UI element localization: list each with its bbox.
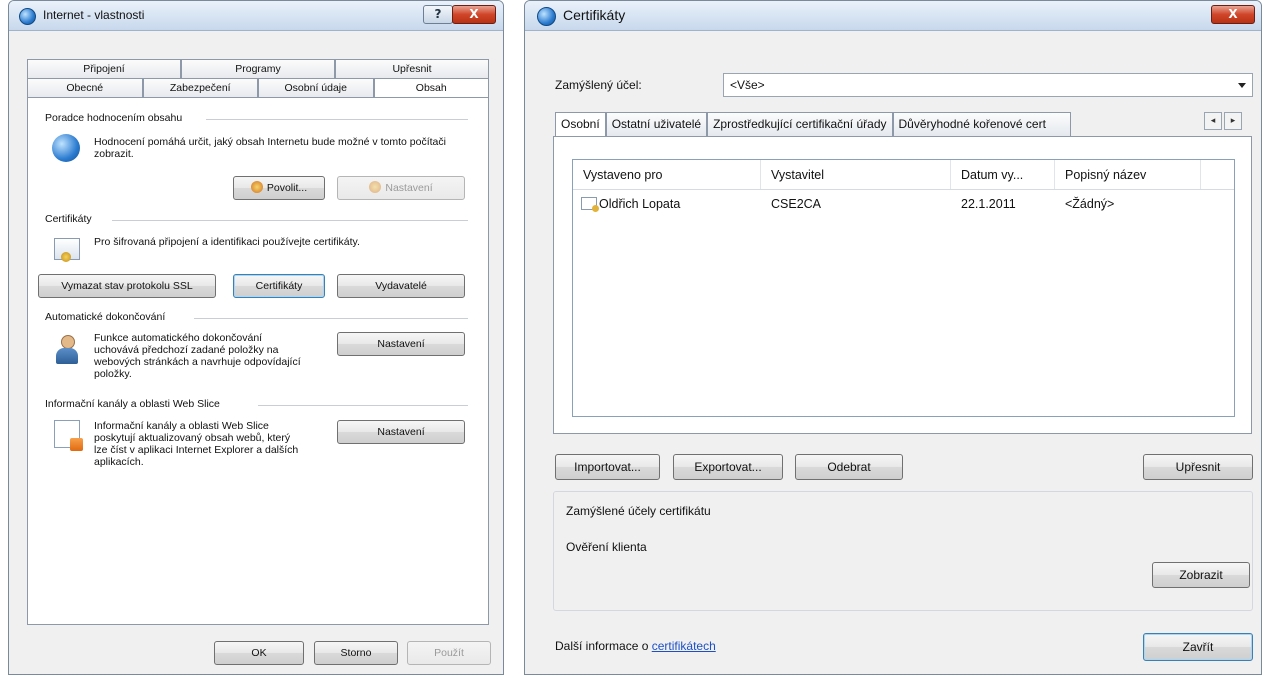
- cell-issuer: CSE2CA: [771, 197, 822, 211]
- title-bar[interactable]: Internet - vlastnosti ? X: [9, 1, 503, 31]
- feeds-settings-button[interactable]: Nastavení: [337, 420, 465, 444]
- help-button[interactable]: ?: [423, 5, 453, 24]
- clear-ssl-button[interactable]: Vymazat stav protokolu SSL: [38, 274, 216, 298]
- tab-programs[interactable]: Programy: [181, 59, 335, 78]
- tab-row-top: Připojení Programy Upřesnit: [27, 59, 489, 78]
- column-expiration[interactable]: Datum vy...: [951, 160, 1055, 189]
- more-info: Další informace o certifikátech: [555, 639, 716, 653]
- title-bar[interactable]: Certifikáty X: [525, 1, 1261, 31]
- cancel-button[interactable]: Storno: [314, 641, 398, 665]
- autocomplete-desc: Funkce automatického dokončování uchováv…: [94, 332, 301, 380]
- enable-button[interactable]: Povolit...: [233, 176, 325, 200]
- tab-scroll-arrows: ◂ ▸: [1204, 112, 1242, 130]
- shield-icon: [250, 181, 263, 193]
- list-header: Vystaveno pro Vystavitel Datum vy... Pop…: [573, 160, 1234, 190]
- certificates-desc: Pro šifrovaná připojení a identifikaci p…: [94, 236, 360, 248]
- divider: [112, 220, 468, 221]
- window-title: Certifikáty: [563, 7, 626, 23]
- table-row[interactable]: Oldřich Lopata CSE2CA 22.1.2011 <Žádný>: [573, 192, 1234, 216]
- internet-options-window: Internet - vlastnosti ? X Připojení Prog…: [8, 0, 504, 675]
- certificates-title: Certifikáty: [45, 213, 92, 225]
- internet-explorer-icon: [19, 8, 36, 25]
- purpose-label: Zamýšlený účel:: [555, 78, 642, 92]
- column-issued-to[interactable]: Vystaveno pro: [573, 160, 761, 189]
- content-advisor-icon: [52, 134, 80, 162]
- autocomplete-settings-button[interactable]: Nastavení: [337, 332, 465, 356]
- chevron-down-icon: [1238, 83, 1246, 88]
- export-button[interactable]: Exportovat...: [673, 454, 783, 480]
- apply-button[interactable]: Použít: [407, 641, 491, 665]
- close-dialog-button[interactable]: Zavřít: [1143, 633, 1253, 661]
- cell-friendly-name: <Žádný>: [1065, 197, 1115, 211]
- certificates-link[interactable]: certifikátech: [652, 639, 716, 653]
- content-advisor-title: Poradce hodnocením obsahu: [45, 112, 183, 124]
- purpose-select[interactable]: <Vše>: [723, 73, 1253, 97]
- import-button[interactable]: Importovat...: [555, 454, 660, 480]
- purposes-value: Ověření klienta: [566, 540, 647, 554]
- certificate-list[interactable]: Vystaveno pro Vystavitel Datum vy... Pop…: [572, 159, 1235, 417]
- certificate-window-icon: [537, 7, 556, 26]
- content-settings-button[interactable]: Nastavení: [337, 176, 465, 200]
- certificate-icon: [54, 238, 80, 262]
- divider: [206, 119, 468, 120]
- ok-button[interactable]: OK: [214, 641, 304, 665]
- publishers-button[interactable]: Vydavatelé: [337, 274, 465, 298]
- tab-general[interactable]: Obecné: [27, 78, 143, 97]
- certificates-button[interactable]: Certifikáty: [233, 274, 325, 298]
- certificate-tabs: Osobní Ostatní uživatelé Zprostředkující…: [555, 112, 1071, 137]
- feeds-title: Informační kanály a oblasti Web Slice: [45, 398, 220, 410]
- tab-other-people[interactable]: Ostatní uživatelé: [605, 112, 708, 136]
- tab-trusted-root[interactable]: Důvěryhodné kořenové cert: [892, 112, 1071, 136]
- feeds-desc: Informační kanály a oblasti Web Slice po…: [94, 420, 299, 468]
- tab-intermediate-ca[interactable]: Zprostředkující certifikační úřady: [707, 112, 893, 136]
- tab-advanced[interactable]: Upřesnit: [335, 59, 489, 78]
- close-button[interactable]: X: [1211, 5, 1255, 24]
- remove-button[interactable]: Odebrat: [795, 454, 903, 480]
- tab-personal[interactable]: Osobní: [555, 112, 606, 137]
- autocomplete-title: Automatické dokončování: [45, 311, 166, 323]
- tab-security[interactable]: Zabezpečení: [142, 78, 258, 97]
- shield-icon: [369, 181, 382, 193]
- column-friendly-name[interactable]: Popisný název: [1055, 160, 1201, 189]
- intended-purposes-group: Zamýšlené účely certifikátu Ověření klie…: [553, 491, 1253, 611]
- tab-privacy[interactable]: Osobní údaje: [258, 78, 374, 97]
- column-issuer[interactable]: Vystavitel: [761, 160, 951, 189]
- scroll-right-icon[interactable]: ▸: [1224, 112, 1242, 130]
- purposes-title: Zamýšlené účely certifikátu: [566, 504, 711, 518]
- divider: [194, 318, 468, 319]
- personal-tab-panel: Vystaveno pro Vystavitel Datum vy... Pop…: [553, 136, 1252, 434]
- certificates-window: Certifikáty X Zamýšlený účel: <Vše> Osob…: [524, 0, 1262, 675]
- tab-content[interactable]: Obsah: [373, 78, 489, 97]
- content-tab-panel: Poradce hodnocením obsahu Hodnocení pomá…: [27, 97, 489, 625]
- feed-icon: [54, 420, 83, 451]
- content-advisor-desc: Hodnocení pomáhá určit, jaký obsah Inter…: [94, 136, 446, 160]
- certificate-icon: [581, 197, 599, 212]
- cell-issued-to: Oldřich Lopata: [573, 192, 761, 216]
- user-icon: [54, 335, 80, 365]
- close-button[interactable]: X: [452, 5, 496, 24]
- window-title: Internet - vlastnosti: [43, 8, 145, 22]
- scroll-left-icon[interactable]: ◂: [1204, 112, 1222, 130]
- view-button[interactable]: Zobrazit: [1152, 562, 1250, 588]
- divider: [258, 405, 468, 406]
- tab-connections[interactable]: Připojení: [27, 59, 181, 78]
- cell-date: 22.1.2011: [961, 197, 1016, 211]
- advanced-button[interactable]: Upřesnit: [1143, 454, 1253, 480]
- tab-row-bottom: Obecné Zabezpečení Osobní údaje Obsah: [27, 78, 489, 97]
